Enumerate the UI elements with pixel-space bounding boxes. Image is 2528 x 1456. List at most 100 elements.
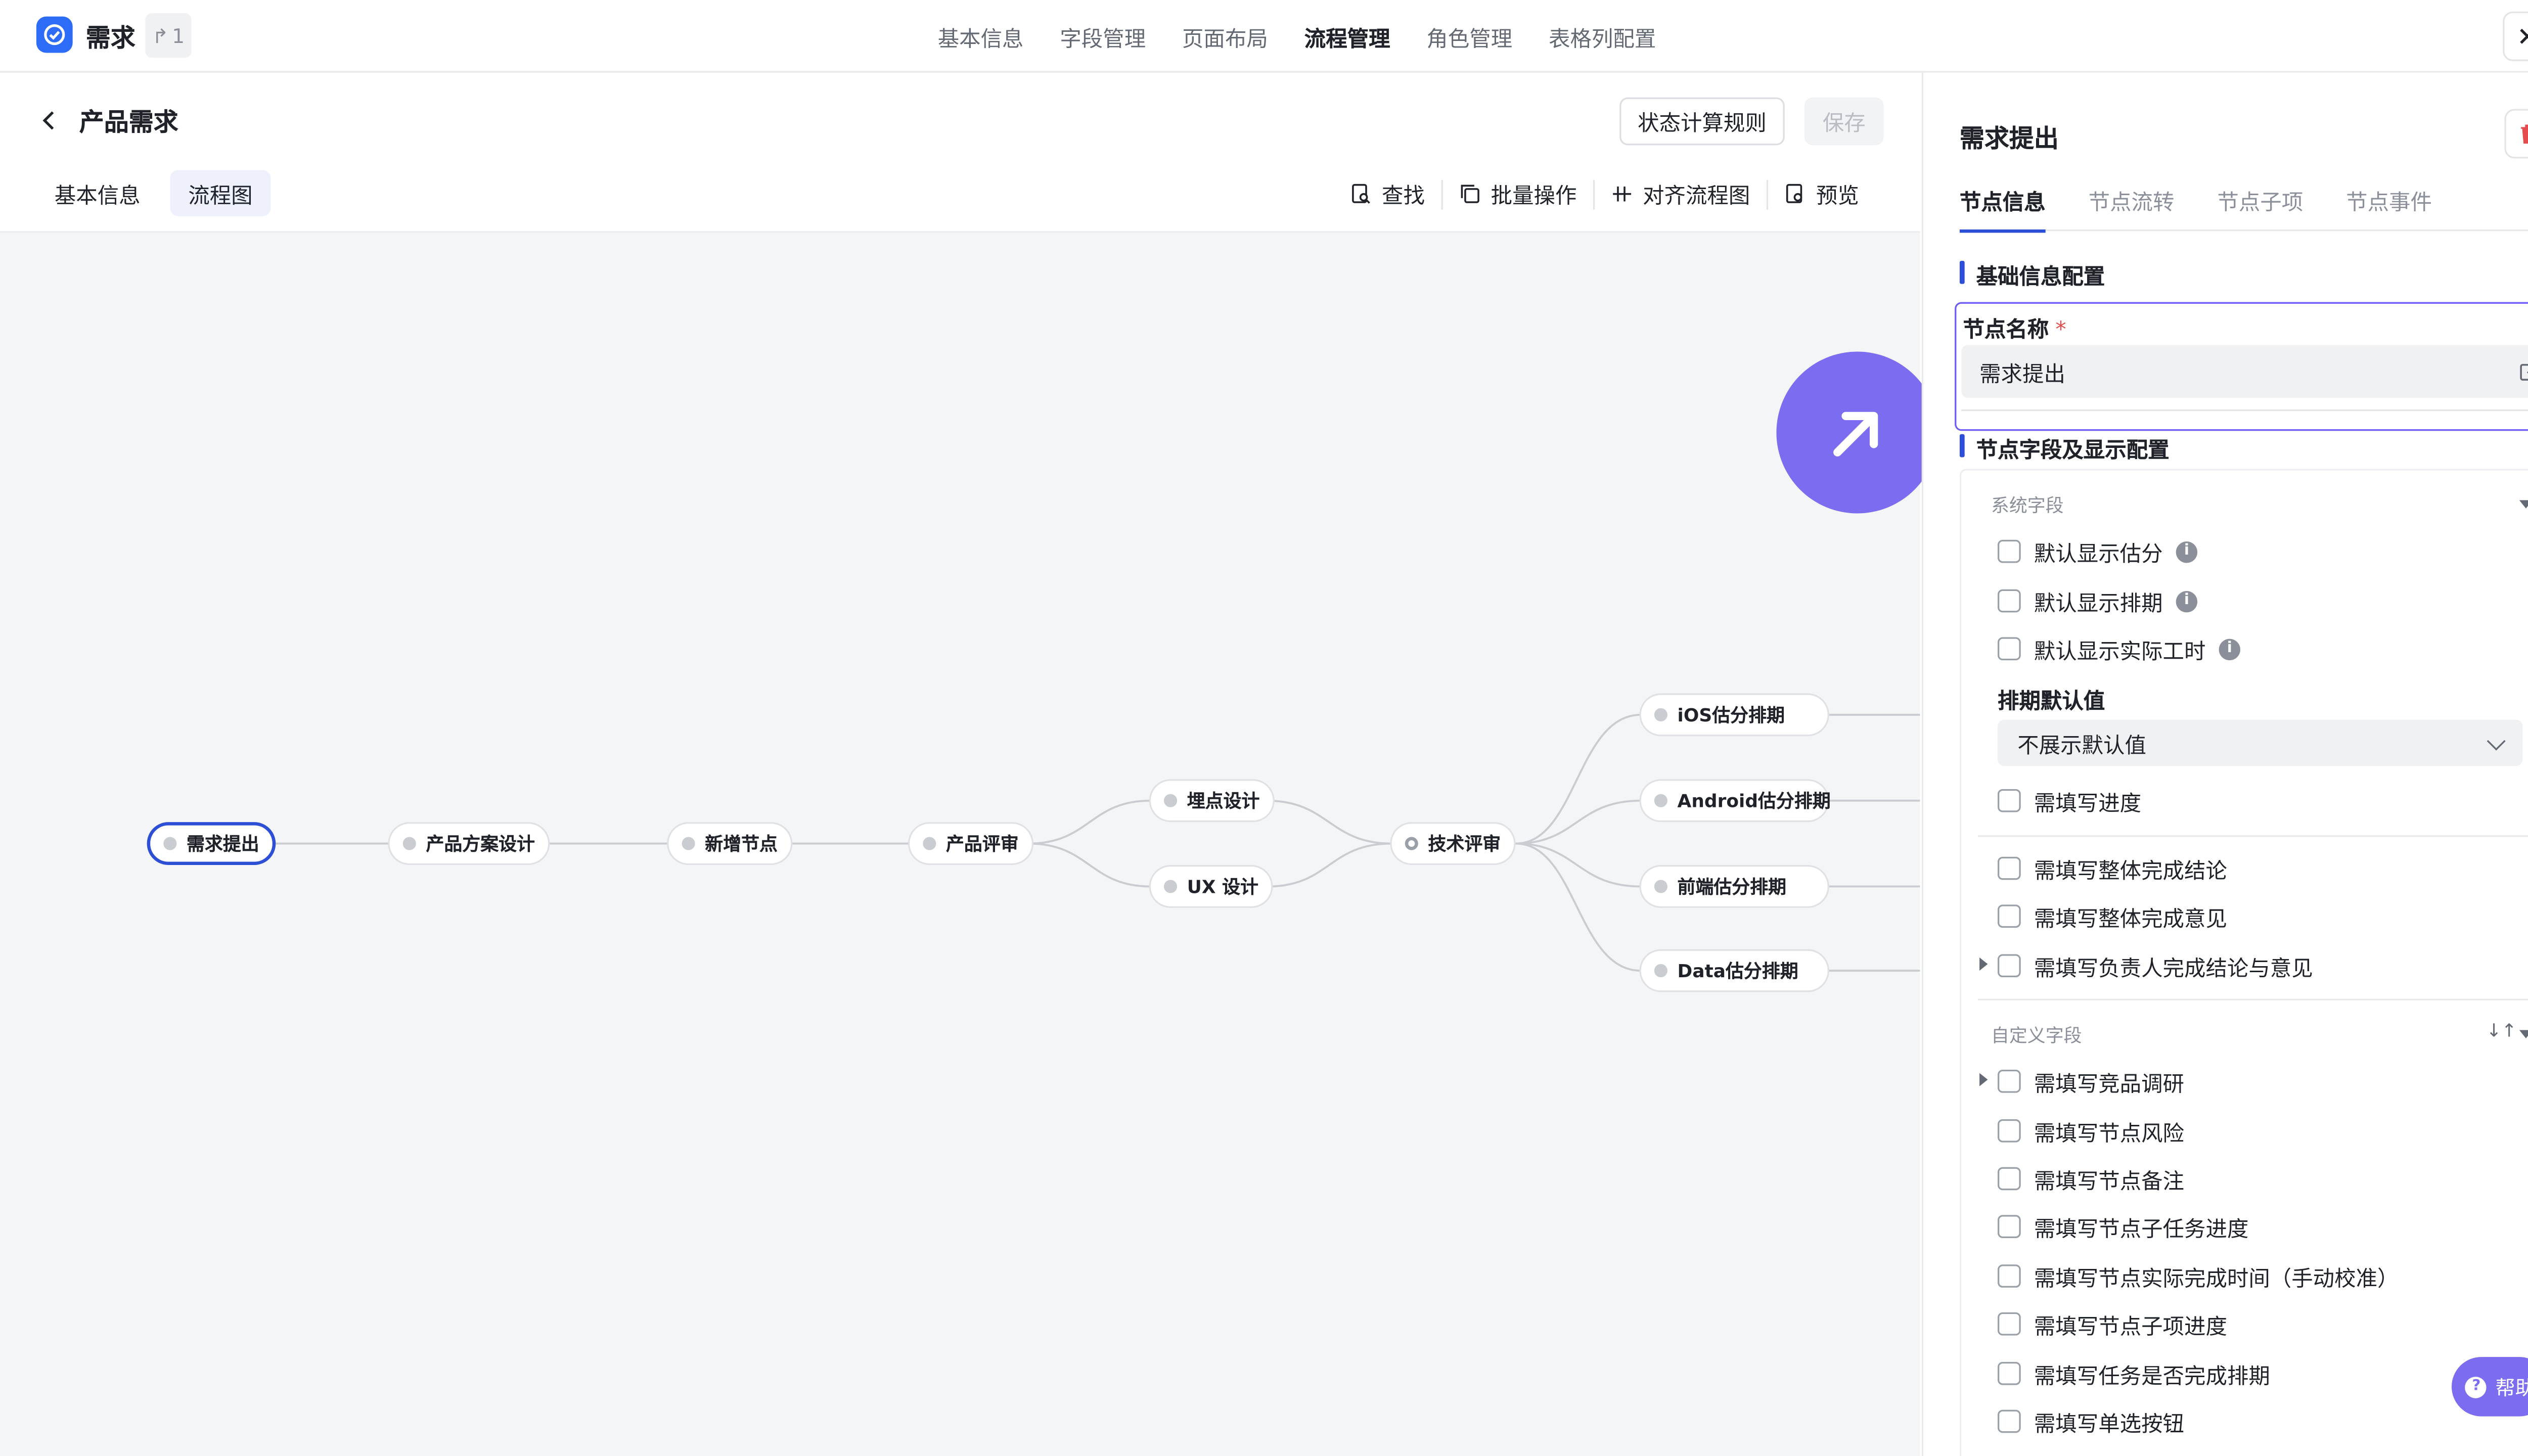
tab-node-transition[interactable]: 节点流转 bbox=[2089, 185, 2175, 231]
flow-canvas[interactable]: 需求提出 产品方案设计 新增节点 产品评审 埋点设计 UX 设计 技术评审 iO… bbox=[0, 231, 1920, 1456]
checkbox[interactable] bbox=[1998, 1215, 2021, 1238]
checkbox-label: 默认显示估分 bbox=[2034, 542, 2163, 567]
checkbox[interactable] bbox=[1998, 589, 2021, 613]
top-nav-page-layout[interactable]: 页面布局 bbox=[1182, 21, 1268, 53]
share-count-badge[interactable]: ↱ 1 bbox=[145, 13, 192, 58]
expand-caret-icon[interactable] bbox=[1979, 957, 1988, 971]
fields-config-box: 系统字段 默认显示估分 i 默认显示排期 i 默认显示实际工时 i 排期默认值 … bbox=[1959, 469, 2528, 1456]
close-icon bbox=[2520, 28, 2528, 44]
close-button[interactable] bbox=[2503, 11, 2528, 61]
top-nav-process-management[interactable]: 流程管理 bbox=[1304, 21, 1390, 53]
flow-node-data-estimate[interactable]: Data估分排期 bbox=[1639, 949, 1829, 992]
schedule-default-select[interactable]: 不展示默认值 bbox=[1998, 719, 2523, 766]
top-nav-basic-info[interactable]: 基本信息 bbox=[938, 21, 1024, 53]
flow-node-ux-design[interactable]: UX 设计 bbox=[1149, 865, 1274, 908]
link-n7-n11 bbox=[1515, 842, 1641, 972]
floating-arrow-button[interactable] bbox=[1776, 351, 1938, 514]
checkbox[interactable] bbox=[1998, 1119, 2021, 1143]
checkbox[interactable] bbox=[1998, 1167, 2021, 1191]
link-n4-n6 bbox=[1028, 842, 1151, 888]
checkbox[interactable] bbox=[1998, 1069, 2021, 1093]
top-bar: 需求 ↱ 1 基本信息 字段管理 页面布局 流程管理 角色管理 表格列配置 bbox=[0, 0, 2528, 73]
align-icon bbox=[1613, 186, 1632, 202]
flow-node-tracking-design[interactable]: 埋点设计 bbox=[1149, 779, 1275, 823]
subtab-basic-info[interactable]: 基本信息 bbox=[36, 170, 159, 216]
checkbox-row[interactable]: 需填写节点子任务进度 bbox=[1998, 1212, 2248, 1242]
flow-node-tech-review[interactable]: 技术评审 bbox=[1390, 822, 1516, 866]
edit-icon[interactable] bbox=[2519, 360, 2528, 383]
help-button[interactable]: ? 帮助 bbox=[2451, 1357, 2528, 1417]
checkbox-row[interactable]: 需填写进度 bbox=[1998, 786, 2141, 816]
checkbox-row[interactable]: 需填写节点实际完成时间（手动校准） bbox=[1998, 1261, 2399, 1292]
align-flowchart-label: 对齐流程图 bbox=[1643, 185, 1750, 210]
checkbox-row[interactable]: 默认显示估分 i bbox=[1998, 536, 2198, 567]
checkbox[interactable] bbox=[1998, 539, 2021, 563]
delete-node-button[interactable] bbox=[2504, 109, 2528, 159]
node-label: 埋点设计 bbox=[1187, 791, 1260, 812]
align-flowchart-button[interactable]: 对齐流程图 bbox=[1595, 178, 1767, 210]
checkbox-row[interactable]: 需填写单选按钮 bbox=[1998, 1406, 2184, 1437]
sort-icon[interactable]: ↓↑ bbox=[2487, 1020, 2517, 1041]
divider bbox=[1977, 835, 2528, 837]
collapse-caret-icon[interactable] bbox=[2519, 500, 2528, 509]
checkbox-row[interactable]: 需填写负责人完成结论与意见 bbox=[1998, 951, 2313, 981]
checkbox[interactable] bbox=[1998, 789, 2021, 812]
field-divider bbox=[1961, 409, 2528, 412]
checkbox[interactable] bbox=[1998, 1312, 2021, 1336]
checkbox[interactable] bbox=[1998, 954, 2021, 978]
back-chevron-icon[interactable] bbox=[36, 106, 63, 135]
node-name-input[interactable]: 需求提出 bbox=[1961, 345, 2528, 398]
trash-icon bbox=[2521, 124, 2528, 144]
expand-caret-icon[interactable] bbox=[1979, 1073, 1988, 1086]
collapse-caret-icon[interactable] bbox=[2519, 1030, 2528, 1038]
flow-node-requirement-raised[interactable]: 需求提出 bbox=[147, 822, 276, 866]
checkbox[interactable] bbox=[1998, 1264, 2021, 1288]
batch-operation-button[interactable]: 批量操作 bbox=[1443, 178, 1593, 210]
node-status-dot bbox=[1405, 837, 1418, 850]
flow-node-ios-estimate[interactable]: iOS估分排期 bbox=[1639, 693, 1829, 737]
info-icon[interactable]: i bbox=[2176, 590, 2198, 612]
node-label: 产品方案设计 bbox=[426, 833, 535, 855]
flow-node-frontend-estimate[interactable]: 前端估分排期 bbox=[1639, 865, 1829, 908]
tab-node-info[interactable]: 节点信息 bbox=[1959, 185, 2046, 233]
status-rules-button[interactable]: 状态计算规则 bbox=[1619, 97, 1785, 146]
info-icon[interactable]: i bbox=[2219, 638, 2241, 660]
subtab-flowchart[interactable]: 流程图 bbox=[170, 170, 271, 216]
checkbox-label: 需填写节点实际完成时间（手动校准） bbox=[2034, 1267, 2399, 1292]
checkbox[interactable] bbox=[1998, 856, 2021, 880]
tab-node-events[interactable]: 节点事件 bbox=[2346, 185, 2432, 231]
flow-node-android-estimate[interactable]: Android估分排期 bbox=[1639, 779, 1831, 823]
checkbox-row[interactable]: 需填写节点子项进度 bbox=[1998, 1309, 2227, 1340]
checkbox-row[interactable]: 需填写竞品调研 bbox=[1998, 1066, 2184, 1097]
top-nav-role-management[interactable]: 角色管理 bbox=[1426, 21, 1512, 53]
checkbox-row[interactable]: 默认显示排期 i bbox=[1998, 586, 2198, 617]
flow-node-product-design[interactable]: 产品方案设计 bbox=[388, 822, 550, 866]
share-count: 1 bbox=[172, 24, 185, 48]
checkbox-row[interactable]: 需填写整体完成结论 bbox=[1998, 853, 2227, 884]
app-name: 需求 bbox=[85, 23, 136, 53]
node-label: 前端估分排期 bbox=[1677, 876, 1787, 898]
checkbox-row[interactable]: 默认显示实际工时 i bbox=[1998, 634, 2241, 664]
help-label: 帮助 bbox=[2495, 1376, 2528, 1399]
top-nav-field-management[interactable]: 字段管理 bbox=[1060, 21, 1146, 53]
find-button[interactable]: 查找 bbox=[1334, 178, 1441, 210]
flow-node-new-node[interactable]: 新增节点 bbox=[667, 822, 793, 866]
custom-fields-title: 自定义字段 bbox=[1991, 1025, 2082, 1047]
help-icon: ? bbox=[2465, 1376, 2488, 1398]
checkbox-row[interactable]: 需填写任务是否完成排期 bbox=[1998, 1358, 2270, 1389]
tab-node-subitems[interactable]: 节点子项 bbox=[2217, 185, 2303, 231]
checkbox[interactable] bbox=[1998, 904, 2021, 928]
checkbox-row[interactable]: 需填写节点风险 bbox=[1998, 1116, 2184, 1147]
save-button[interactable]: 保存 bbox=[1804, 97, 1884, 146]
checkbox[interactable] bbox=[1998, 1361, 2021, 1385]
info-icon[interactable]: i bbox=[2176, 540, 2198, 562]
node-label: Android估分排期 bbox=[1677, 791, 1831, 812]
checkbox[interactable] bbox=[1998, 1409, 2021, 1433]
checkbox[interactable] bbox=[1998, 637, 2021, 661]
flow-node-product-review[interactable]: 产品评审 bbox=[908, 822, 1034, 866]
preview-button[interactable]: 预览 bbox=[1768, 178, 1875, 210]
checkbox-row[interactable]: 需填写整体完成意见 bbox=[1998, 901, 2227, 932]
required-mark: * bbox=[2055, 318, 2066, 344]
checkbox-row[interactable]: 需填写节点备注 bbox=[1998, 1164, 2184, 1194]
top-nav-table-columns[interactable]: 表格列配置 bbox=[1549, 21, 1656, 53]
